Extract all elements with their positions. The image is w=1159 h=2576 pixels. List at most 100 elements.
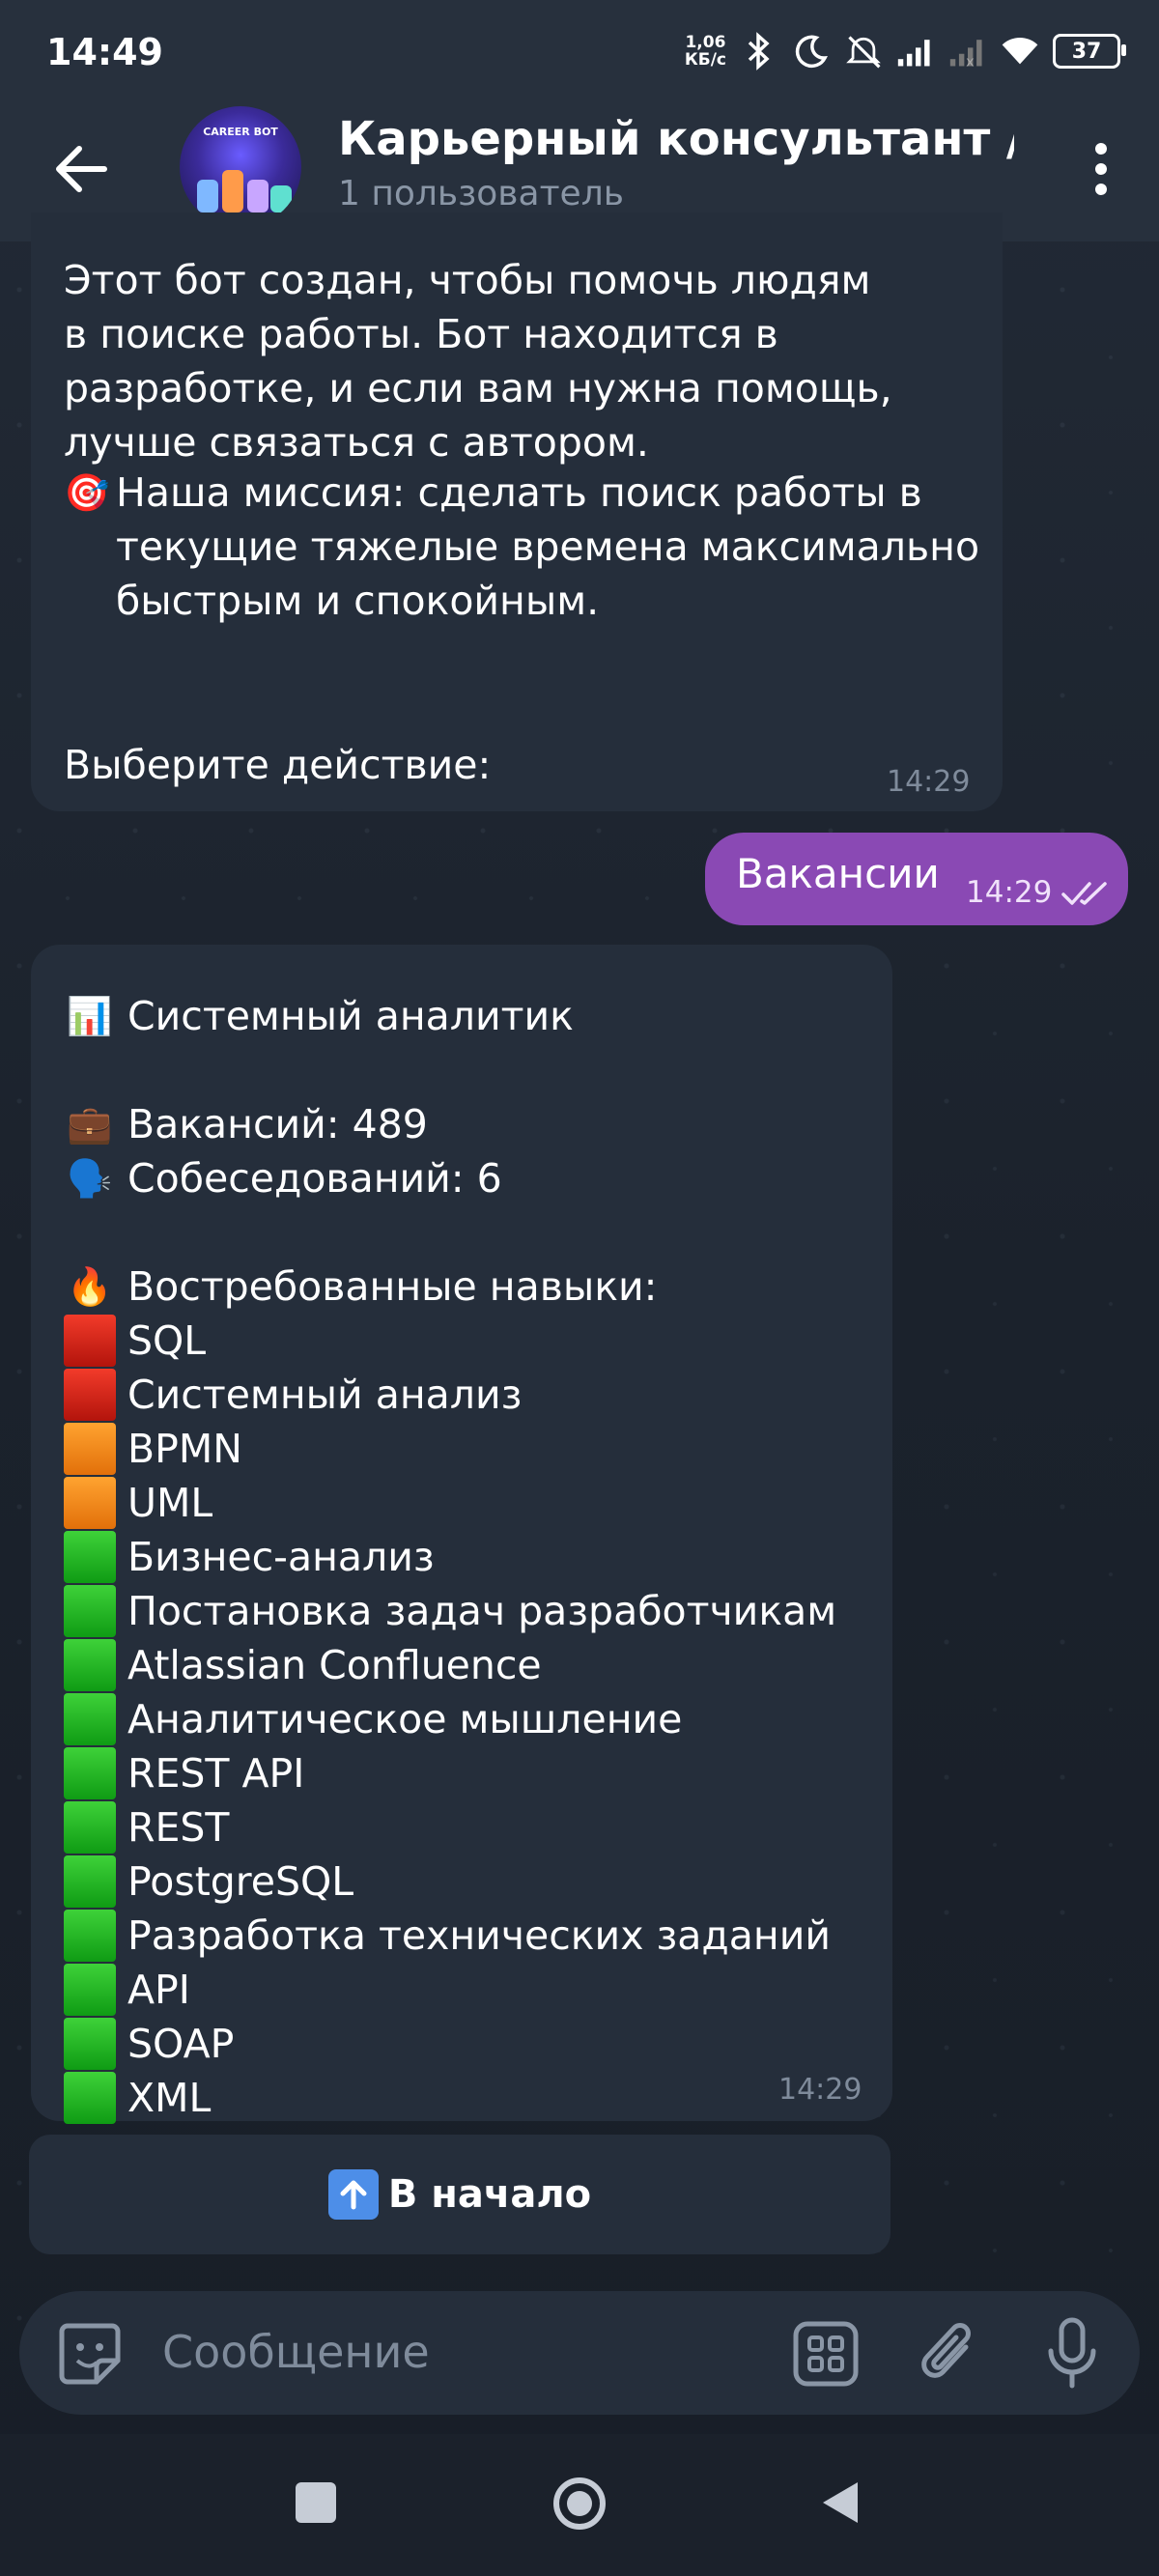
skill-item: Atlassian Confluence xyxy=(64,1638,836,1692)
message-body: 📊 Системный аналитик 💼 Вакансий: 489 🗣️ … xyxy=(64,989,836,2125)
arrow-up-icon xyxy=(327,2169,379,2220)
speaking-head-icon: 🗣️ xyxy=(67,1156,113,1200)
skill-name: Atlassian Confluence xyxy=(127,1642,542,1688)
green-square-icon xyxy=(64,1747,116,1799)
skill-item: SQL xyxy=(64,1314,836,1368)
paperclip-icon[interactable] xyxy=(916,2318,983,2393)
bot-commands-icon[interactable] xyxy=(792,2320,860,2392)
status-bar: 14:49 1,06 КБ/с x 37 xyxy=(0,0,1159,106)
skill-item: Системный анализ xyxy=(64,1368,836,1422)
svg-text:x: x xyxy=(966,54,975,68)
skill-item: PostgreSQL xyxy=(64,1854,836,1909)
skill-name: SOAP xyxy=(127,2021,235,2067)
green-square-icon xyxy=(64,1910,116,1962)
skill-name: Аналитическое мышление xyxy=(127,1696,683,1742)
green-square-icon xyxy=(64,1964,116,2016)
skills-header: Востребованные навыки: xyxy=(127,1263,658,1310)
message-time: 14:29 xyxy=(887,765,971,799)
vacancies-count: Вакансий: 489 xyxy=(127,1101,428,1147)
interviews-line: 🗣️ Собеседований: 6 xyxy=(64,1151,836,1205)
prompt-text: Выберите действие: xyxy=(64,742,492,788)
back-nav-button[interactable] xyxy=(819,2478,862,2531)
skill-name: PostgreSQL xyxy=(127,1858,354,1905)
home-nav-button[interactable] xyxy=(552,2477,607,2531)
skill-name: Постановка задач разработчикам xyxy=(127,1588,837,1634)
orange-square-icon xyxy=(64,1477,116,1529)
system-nav-bar xyxy=(0,2434,1159,2576)
skill-item: SOAP xyxy=(64,2017,836,2071)
chat-subtitle: 1 пользователь xyxy=(338,174,624,213)
back-button[interactable] xyxy=(48,135,116,203)
skill-item: BPMN xyxy=(64,1422,836,1476)
incoming-message[interactable]: Этот бот создан, чтобы помочь людям в по… xyxy=(31,212,1003,811)
triangle-back-icon xyxy=(823,2482,858,2523)
skill-name: BPMN xyxy=(127,1426,242,1472)
skill-name: API xyxy=(127,1967,190,2013)
battery-icon: 37 xyxy=(1053,34,1126,69)
skill-item: Аналитическое мышление xyxy=(64,1692,836,1746)
message-text: Этот бот создан, чтобы помочь людям в по… xyxy=(64,257,892,466)
home-circle-icon xyxy=(553,2477,606,2530)
skill-item: UML xyxy=(64,1476,836,1530)
fire-icon: 🔥 xyxy=(67,1264,113,1308)
skill-name: SQL xyxy=(127,1317,207,1364)
skill-name: Системный анализ xyxy=(127,1372,523,1418)
skill-item: XML xyxy=(64,2071,836,2125)
mission-block: 🎯 Наша миссия: сделать поиск работы в те… xyxy=(64,466,979,628)
skill-item: Бизнес-анализ xyxy=(64,1530,836,1584)
skills-header-line: 🔥 Востребованные навыки: xyxy=(64,1260,836,1314)
mute-icon xyxy=(844,32,883,71)
robot-figure xyxy=(270,185,292,212)
avatar[interactable]: CAREER BOT xyxy=(180,106,301,228)
message-input-bar: Сообщение xyxy=(19,2291,1140,2415)
signal-icon xyxy=(896,32,935,71)
skill-name: Бизнес-анализ xyxy=(127,1534,435,1580)
skill-name: UML xyxy=(127,1480,213,1526)
bar-chart-icon: 📊 xyxy=(67,994,113,1037)
bluetooth-icon xyxy=(740,32,778,71)
outgoing-message[interactable]: Вакансии 14:29 xyxy=(705,833,1128,925)
red-square-icon xyxy=(64,1315,116,1367)
status-icons: 1,06 КБ/с x 37 xyxy=(685,27,1126,75)
more-vertical-icon xyxy=(1095,143,1107,195)
skill-name: Разработка технических заданий xyxy=(127,1912,831,1959)
signal-icon: x xyxy=(948,32,987,71)
target-emoji-icon: 🎯 xyxy=(64,471,110,514)
green-square-icon xyxy=(64,1639,116,1691)
skill-name: REST API xyxy=(127,1750,305,1797)
vacancies-line: 💼 Вакансий: 489 xyxy=(64,1097,836,1151)
wifi-icon xyxy=(1001,32,1039,71)
vacancy-title: Системный аналитик xyxy=(127,993,574,1039)
incoming-message[interactable]: 📊 Системный аналитик 💼 Вакансий: 489 🗣️ … xyxy=(31,945,892,2124)
home-button[interactable]: В начало xyxy=(29,2135,890,2254)
message-input[interactable]: Сообщение xyxy=(162,2326,430,2378)
skill-item: Постановка задач разработчикам xyxy=(64,1584,836,1638)
arrow-left-icon xyxy=(56,146,107,192)
briefcase-icon: 💼 xyxy=(67,1102,113,1146)
double-check-icon xyxy=(1061,882,1107,905)
chat-title[interactable]: Карьерный консультант / 🔇 xyxy=(338,112,1014,166)
green-square-icon xyxy=(64,1531,116,1583)
green-square-icon xyxy=(64,1585,116,1637)
message-time: 14:29 xyxy=(966,875,1053,910)
more-menu-button[interactable] xyxy=(1082,135,1120,203)
microphone-icon[interactable] xyxy=(1043,2316,1101,2395)
status-time: 14:49 xyxy=(46,31,163,73)
recent-apps-button[interactable] xyxy=(296,2482,336,2523)
sticker-icon[interactable] xyxy=(56,2320,124,2392)
message-text: Вакансии xyxy=(736,850,940,897)
skill-item: API xyxy=(64,1963,836,2017)
moon-icon xyxy=(792,32,831,71)
title-line: 📊 Системный аналитик xyxy=(64,989,836,1043)
skill-name: REST xyxy=(127,1804,230,1851)
green-square-icon xyxy=(64,2072,116,2124)
green-square-icon xyxy=(64,2018,116,2070)
robot-figure xyxy=(247,180,269,212)
skill-item: Разработка технических заданий xyxy=(64,1909,836,1963)
robot-figure xyxy=(222,170,243,212)
skill-item: REST API xyxy=(64,1746,836,1800)
green-square-icon xyxy=(64,1855,116,1908)
interviews-count: Собеседований: 6 xyxy=(127,1155,502,1202)
skill-item: REST xyxy=(64,1800,836,1854)
skill-name: XML xyxy=(127,2075,212,2121)
